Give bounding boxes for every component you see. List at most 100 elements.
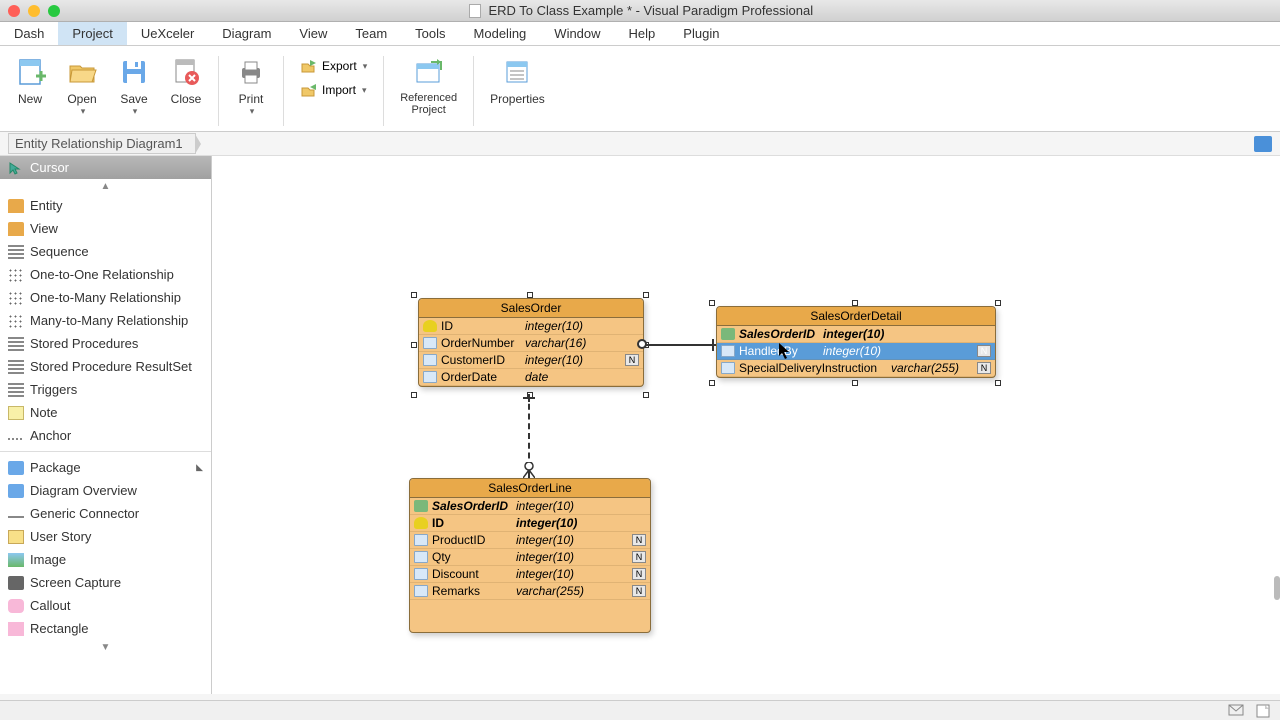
key-icon — [423, 320, 437, 332]
palette-package[interactable]: Package◣ — [0, 456, 211, 479]
palette-one-to-one[interactable]: One-to-One Relationship — [0, 263, 211, 286]
entity-icon — [8, 199, 24, 213]
column-icon — [414, 551, 428, 563]
note-icon — [8, 406, 24, 420]
table-row[interactable]: SpecialDeliveryInstructionvarchar(255)N — [717, 360, 995, 377]
chevron-down-icon: ▾ — [250, 106, 255, 117]
table-row[interactable]: Discountinteger(10)N — [410, 566, 650, 583]
menu-modeling[interactable]: Modeling — [460, 22, 541, 45]
selection-handle[interactable] — [411, 292, 417, 298]
selection-handle[interactable] — [527, 292, 533, 298]
palette-scroll-down[interactable]: ▼ — [0, 640, 211, 655]
key-icon — [414, 517, 428, 529]
relationship-end-many — [523, 462, 535, 478]
import-button[interactable]: Import▾ — [296, 80, 371, 100]
table-row[interactable]: OrderNumbervarchar(16) — [419, 335, 643, 352]
window-title: ERD To Class Example * - Visual Paradigm… — [10, 3, 1272, 19]
palette-entity[interactable]: Entity — [0, 194, 211, 217]
chevron-down-icon: ▾ — [81, 106, 86, 117]
table-row[interactable]: CustomerIDinteger(10)N — [419, 352, 643, 369]
selection-handle[interactable] — [852, 380, 858, 386]
connector-icon — [8, 516, 24, 518]
table-row[interactable]: ProductIDinteger(10)N — [410, 532, 650, 549]
menu-dash[interactable]: Dash — [0, 22, 58, 45]
table-row[interactable]: SalesOrderIDinteger(10) — [717, 326, 995, 343]
palette-rectangle[interactable]: Rectangle — [0, 617, 211, 640]
selection-handle[interactable] — [995, 300, 1001, 306]
entity-salesorderline[interactable]: SalesOrderLine SalesOrderIDinteger(10) I… — [409, 478, 651, 633]
triggers-icon — [8, 383, 24, 397]
palette-many-to-many[interactable]: Many-to-Many Relationship — [0, 309, 211, 332]
palette-note[interactable]: Note — [0, 401, 211, 424]
rectangle-icon — [8, 622, 24, 636]
breadcrumb: Entity Relationship Diagram1 — [0, 132, 1280, 156]
palette-stored-procedure-resultset[interactable]: Stored Procedure ResultSet — [0, 355, 211, 378]
cursor-icon — [8, 161, 24, 175]
menu-diagram[interactable]: Diagram — [208, 22, 285, 45]
properties-button[interactable]: Properties — [482, 52, 553, 110]
referenced-project-button[interactable]: Referenced Project — [392, 52, 465, 120]
palette-cursor[interactable]: Cursor — [0, 156, 211, 179]
scrollbar-thumb[interactable] — [1274, 576, 1280, 600]
table-row[interactable]: Qtyinteger(10)N — [410, 549, 650, 566]
palette-anchor[interactable]: Anchor — [0, 424, 211, 447]
chevron-down-icon: ▾ — [133, 106, 138, 117]
palette-generic-connector[interactable]: Generic Connector — [0, 502, 211, 525]
new-button[interactable]: New — [6, 52, 54, 110]
selection-handle[interactable] — [995, 380, 1001, 386]
export-button[interactable]: Export▾ — [296, 56, 371, 76]
selection-handle[interactable] — [643, 392, 649, 398]
entity-salesorderdetail[interactable]: SalesOrderDetail SalesOrderIDinteger(10)… — [716, 306, 996, 378]
table-row[interactable]: Remarksvarchar(255)N — [410, 583, 650, 600]
menu-window[interactable]: Window — [540, 22, 614, 45]
selection-handle[interactable] — [709, 380, 715, 386]
palette-sequence[interactable]: Sequence — [0, 240, 211, 263]
anchor-icon — [8, 438, 24, 440]
menu-view[interactable]: View — [285, 22, 341, 45]
selection-handle[interactable] — [709, 300, 715, 306]
table-row[interactable]: IDinteger(10) — [410, 515, 650, 532]
palette-diagram-overview[interactable]: Diagram Overview — [0, 479, 211, 502]
sequence-icon — [8, 245, 24, 259]
menu-project[interactable]: Project — [58, 22, 126, 45]
selection-handle[interactable] — [411, 342, 417, 348]
message-icon[interactable] — [1228, 704, 1244, 718]
close-button[interactable]: Close — [162, 52, 210, 110]
selection-handle[interactable] — [411, 392, 417, 398]
palette-screen-capture[interactable]: Screen Capture — [0, 571, 211, 594]
menu-team[interactable]: Team — [341, 22, 401, 45]
nullable-badge: N — [977, 345, 991, 357]
palette-callout[interactable]: Callout — [0, 594, 211, 617]
fk-icon — [414, 500, 428, 512]
selection-handle[interactable] — [852, 300, 858, 306]
menu-tools[interactable]: Tools — [401, 22, 459, 45]
note-status-icon[interactable] — [1256, 704, 1272, 718]
palette-view[interactable]: View — [0, 217, 211, 240]
separator — [473, 56, 474, 126]
table-row[interactable]: OrderDatedate — [419, 369, 643, 386]
view-icon — [8, 222, 24, 236]
entity-header: SalesOrderLine — [410, 479, 650, 498]
print-button[interactable]: Print▾ — [227, 52, 275, 121]
save-button[interactable]: Save▾ — [110, 52, 158, 121]
breadcrumb-item-diagram[interactable]: Entity Relationship Diagram1 — [8, 133, 196, 154]
diagram-canvas[interactable]: SalesOrder IDinteger(10) OrderNumbervarc… — [212, 156, 1280, 694]
table-row[interactable]: SalesOrderIDinteger(10) — [410, 498, 650, 515]
menu-plugin[interactable]: Plugin — [669, 22, 733, 45]
palette-image[interactable]: Image — [0, 548, 211, 571]
open-button[interactable]: Open▾ — [58, 52, 106, 121]
chevron-down-icon: ▾ — [362, 85, 367, 96]
palette-triggers[interactable]: Triggers — [0, 378, 211, 401]
menu-uexceler[interactable]: UeXceler — [127, 22, 208, 45]
menu-help[interactable]: Help — [615, 22, 670, 45]
palette-user-story[interactable]: User Story — [0, 525, 211, 548]
table-row[interactable]: HandledByinteger(10)N — [717, 343, 995, 360]
save-icon — [118, 56, 150, 88]
palette-stored-procedures[interactable]: Stored Procedures — [0, 332, 211, 355]
table-row[interactable]: IDinteger(10) — [419, 318, 643, 335]
palette-one-to-many[interactable]: One-to-Many Relationship — [0, 286, 211, 309]
selection-handle[interactable] — [643, 292, 649, 298]
palette-scroll-up[interactable]: ▲ — [0, 179, 211, 194]
entity-salesorder[interactable]: SalesOrder IDinteger(10) OrderNumbervarc… — [418, 298, 644, 387]
diagram-navigator-icon[interactable] — [1254, 136, 1272, 152]
